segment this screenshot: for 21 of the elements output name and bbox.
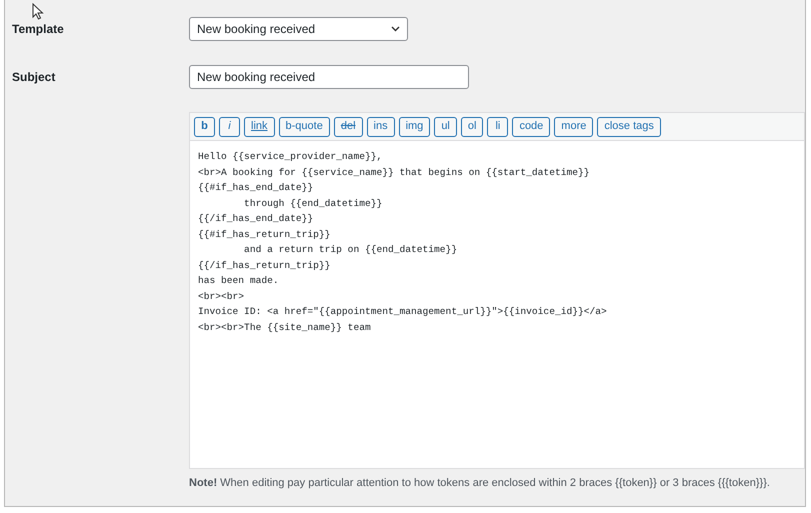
note-text: Note! When editing pay particular attention to how tokens are enclosed within 2 braces {{token}} or 3 braces {{{token}}}.: [189, 476, 771, 491]
template-body-textarea[interactable]: Hello {{service_provider_name}}, <br>A booking for {{service_name}} that begins on {{start_datetime}} {{#if_has_end_date}} through {{end_datetime}} {{/if_has_end_date}} {{#if_has_return_trip}} and a return trip on {{end_datetime}} {{/if_has_return_trip}} has been made. <br><br> Invoice ID: <a href="{{appointment_management_url}}">{{invoice_id}}</a> <br><br>The {{site_name}} team: [190, 141, 804, 468]
format-button[interactable]: ul: [434, 116, 457, 136]
format-button[interactable]: more: [554, 116, 594, 136]
field-label: Template: [11, 21, 65, 38]
chevron-down-icon: [391, 26, 400, 32]
format-button[interactable]: b-quote: [278, 116, 330, 136]
format-button[interactable]: del: [334, 116, 363, 136]
format-button[interactable]: li: [487, 116, 508, 136]
subject-input[interactable]: New booking received: [189, 65, 469, 89]
format-button[interactable]: img: [398, 116, 430, 136]
format-button[interactable]: code: [512, 116, 550, 136]
format-button[interactable]: b: [194, 116, 215, 136]
format-button[interactable]: close tags: [597, 116, 661, 136]
field-label: Subject: [11, 69, 56, 86]
format-button[interactable]: i: [219, 116, 240, 136]
mouse-cursor-icon: [32, 3, 44, 20]
template-select[interactable]: New booking received: [189, 17, 408, 41]
format-button[interactable]: link: [244, 116, 275, 136]
format-button[interactable]: ins: [366, 116, 395, 136]
format-button[interactable]: ol: [460, 116, 484, 136]
